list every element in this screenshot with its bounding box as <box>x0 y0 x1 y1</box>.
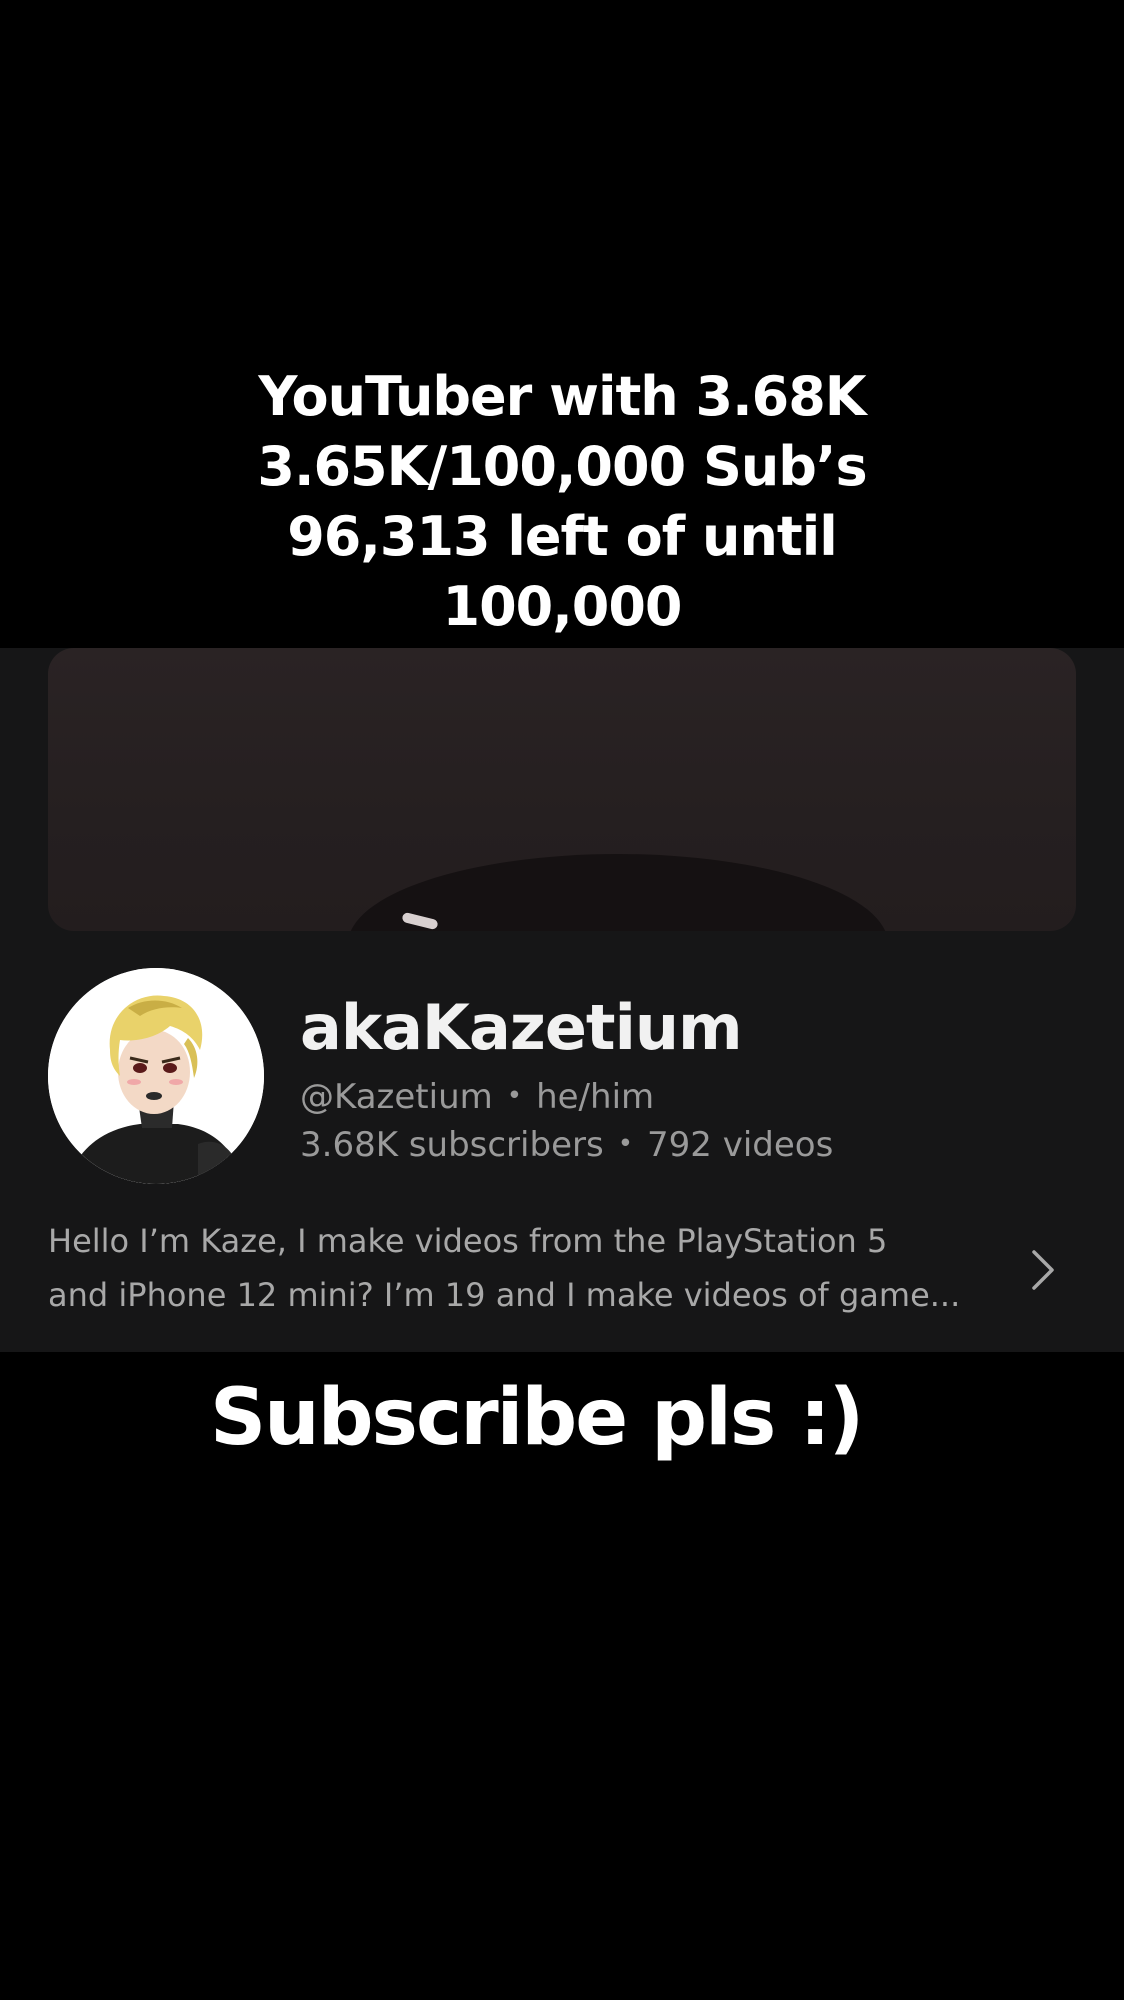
channel-avatar[interactable] <box>48 968 264 1184</box>
description-line: Hello I’m Kaze, I make videos from the P… <box>48 1222 888 1260</box>
subscriber-count: 3.68K subscribers <box>300 1125 604 1165</box>
channel-handle: @Kazetium <box>300 1077 493 1117</box>
channel-name: akaKazetium <box>300 991 743 1064</box>
description-line: and iPhone 12 mini? I’m 19 and I make vi… <box>48 1276 961 1314</box>
avatar-image <box>48 968 264 1184</box>
channel-handle-row: @Kazetium • he/him <box>300 1074 654 1119</box>
channel-description[interactable]: Hello I’m Kaze, I make videos from the P… <box>48 1214 1008 1322</box>
separator-dot: • <box>617 1129 634 1159</box>
channel-stats-row: 3.68K subscribers • 792 videos <box>300 1122 833 1167</box>
bottom-caption: Subscribe pls :) <box>210 1373 864 1463</box>
channel-header: akaKazetium @Kazetium • he/him 3.68K subsc… <box>0 648 1124 1352</box>
overlay-caption: YouTuber with 3.68K 3.65K/100,000 Sub’s … <box>0 362 1124 642</box>
overlay-caption-line: 100,000 <box>442 575 683 638</box>
channel-pronouns: he/him <box>536 1077 655 1117</box>
chevron-right-icon[interactable] <box>1024 1244 1060 1296</box>
video-count: 792 videos <box>647 1125 834 1165</box>
channel-banner[interactable] <box>48 648 1076 931</box>
overlay-caption-line: YouTuber with 3.68K <box>258 365 866 428</box>
overlay-caption-line: 3.65K/100,000 Sub’s <box>257 435 867 498</box>
overlay-caption-line: 96,313 left of until <box>287 505 838 568</box>
separator-dot: • <box>506 1081 523 1111</box>
